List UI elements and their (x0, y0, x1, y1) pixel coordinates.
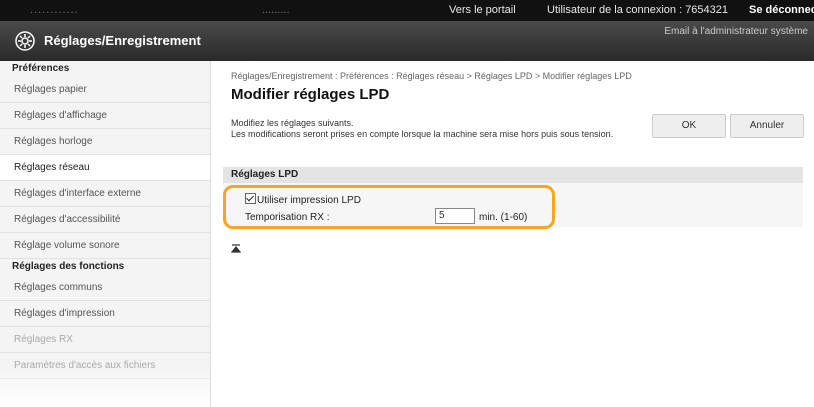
sidebar-item-network[interactable]: Réglages réseau (0, 155, 210, 181)
settings-gear-icon (15, 31, 35, 51)
product-name: ............ (30, 4, 79, 16)
app-header: Réglages/Enregistrement Email à l'admini… (0, 21, 814, 61)
sidebar-item-volume[interactable]: Réglage volume sonore (0, 233, 210, 259)
highlight-outline (223, 185, 555, 229)
login-user-label: Utilisateur de la connexion : 7654321 (547, 4, 729, 16)
logout-link[interactable]: Se déconnecter (749, 4, 814, 16)
app-title: Réglages/Enregistrement (44, 33, 201, 48)
sidebar-item-print[interactable]: Réglages d'impression (0, 301, 210, 327)
top-bar: ............ ......... Vers le portail U… (0, 0, 814, 21)
sidebar-item-accessibility[interactable]: Réglages d'accessibilité (0, 207, 210, 233)
page-title: Modifier réglages LPD (231, 86, 390, 103)
sidebar-item-clock[interactable]: Réglages horloge (0, 129, 210, 155)
sidebar-item-display[interactable]: Réglages d'affichage (0, 103, 210, 129)
sidebar: Préférences Réglages papier Réglages d'a… (0, 61, 211, 407)
main-content: Réglages/Enregistrement : Préférences : … (221, 61, 814, 407)
device-name: ......... (262, 4, 290, 16)
sidebar-item-external-interface[interactable]: Réglages d'interface externe (0, 181, 210, 207)
portal-link[interactable]: Vers le portail (449, 4, 516, 16)
mail-admin-link[interactable]: Email à l'administrateur système (664, 26, 808, 37)
cancel-button[interactable]: Annuler (730, 114, 804, 138)
sidebar-item-common[interactable]: Réglages communs (0, 275, 210, 301)
scroll-to-top-icon[interactable] (230, 244, 242, 257)
section-title: Réglages LPD (223, 167, 803, 183)
sidebar-item-rx[interactable]: Réglages RX (0, 327, 210, 353)
sidebar-group-preferences: Préférences (12, 63, 70, 74)
sidebar-group-functions: Réglages des fonctions (12, 261, 125, 272)
page-description: Modifiez les réglages suivants. Les modi… (231, 118, 614, 139)
breadcrumb: Réglages/Enregistrement : Préférences : … (231, 71, 632, 81)
sidebar-fade-overlay (0, 367, 210, 407)
sidebar-item-paper[interactable]: Réglages papier (0, 77, 210, 103)
ok-button[interactable]: OK (652, 114, 726, 138)
